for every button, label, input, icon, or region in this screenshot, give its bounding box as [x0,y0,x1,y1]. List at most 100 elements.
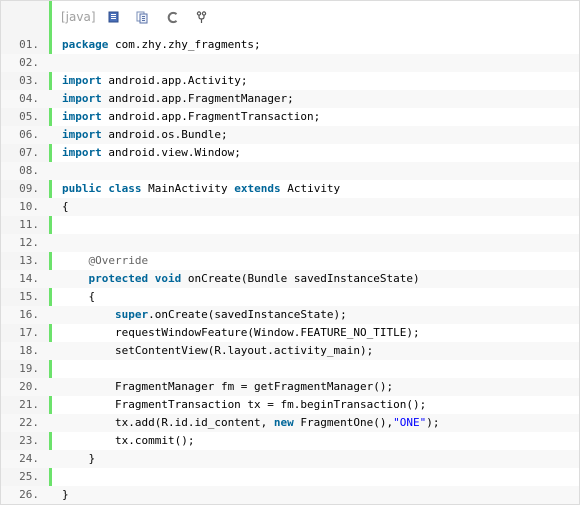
code-line: 01. package com.zhy.zhy_fragments; [1,36,579,54]
code-line: 10. { [1,198,579,216]
code-text: tx.commit(); [62,432,579,450]
fork-icon[interactable] [196,10,207,24]
code-text: requestWindowFeature(Window.FEATURE_NO_T… [62,324,579,342]
code-text: } [62,450,579,468]
code-token: tx.commit(); [62,434,195,447]
line-number: 18. [19,344,39,357]
keyword-token: class [108,182,142,195]
refresh-icon[interactable] [166,11,179,24]
keyword-token: super [114,308,149,321]
keyword-token: import [62,128,102,141]
keyword-token: package [62,38,109,51]
line-number: 19. [19,362,39,375]
line-number: 11. [19,218,39,231]
code-token: FragmentTransaction tx = fm.beginTransac… [62,398,427,411]
code-text: { [62,198,579,216]
keyword-token: import [62,110,102,123]
code-line: 21. FragmentTransaction tx = fm.beginTra… [1,396,579,414]
language-label: [java] [61,10,96,24]
keyword-token: void [154,272,182,285]
code-line: 20. FragmentManager fm = getFragmentMana… [1,378,579,396]
line-number: 24. [19,452,39,465]
copy-icon[interactable] [136,11,149,24]
code-token: FragmentManager fm = getFragmentManager(… [62,380,394,393]
code-line: 08. [1,162,579,180]
code-line: 25. [1,468,579,486]
code-token: onCreate(Bundle savedInstanceState) [181,272,420,285]
code-line: 17. requestWindowFeature(Window.FEATURE_… [1,324,579,342]
line-number: 03. [19,74,39,87]
keyword-token: public [62,182,102,195]
code-line: 19. [1,360,579,378]
code-token: { [62,200,69,213]
code-token: android.view.Window; [101,146,241,159]
code-token: android.app.FragmentManager; [101,92,294,105]
line-number: 21. [19,398,39,411]
code-token: com.zhy.zhy_fragments; [108,38,261,51]
code-token: android.app.FragmentTransaction; [101,110,321,123]
code-line: 16. super.onCreate(savedInstanceState); [1,306,579,324]
code-token: { [62,290,96,303]
line-number: 09. [19,182,39,195]
code-line: 18. setContentView(R.layout.activity_mai… [1,342,579,360]
code-token: ); [426,416,440,429]
code-text: } [62,486,579,504]
code-line: 07. import android.view.Window; [1,144,579,162]
code-text: public class MainActivity extends Activi… [62,180,579,198]
code-line: 09. public class MainActivity extends Act… [1,180,579,198]
line-number: 12. [19,236,39,249]
code-block: [java] 01. package com.zhy.zhy_fragments… [0,0,580,505]
code-text: import android.app.Activity; [62,72,579,90]
code-text: tx.add(R.id.id_content, new FragmentOne(… [62,414,579,432]
code-token: } [62,488,69,501]
code-line: 14. protected void onCreate(Bundle saved… [1,270,579,288]
code-token: FragmentOne(), [293,416,394,429]
code-text: FragmentTransaction tx = fm.beginTransac… [62,396,579,414]
annotation-token: @Override [88,254,149,267]
line-number: 15. [19,290,39,303]
line-number: 20. [19,380,39,393]
code-text: protected void onCreate(Bundle savedInst… [62,270,579,288]
line-number: 13. [19,254,39,267]
code-line: 23. tx.commit(); [1,432,579,450]
line-number: 05. [19,110,39,123]
code-text: import android.os.Bundle; [62,126,579,144]
code-token: } [62,452,96,465]
code-line: 22. tx.add(R.id.id_content, new Fragment… [1,414,579,432]
code-toolbar: [java] [52,1,579,33]
code-line: 05. import android.app.FragmentTransactio… [1,108,579,126]
keyword-token: import [62,92,102,105]
code-line: 13. @Override [1,252,579,270]
view-source-icon[interactable] [108,11,119,23]
code-text: import android.app.FragmentManager; [62,90,579,108]
code-token: android.app.Activity; [101,74,248,87]
line-number: 23. [19,434,39,447]
line-number: 07. [19,146,39,159]
line-number: 14. [19,272,39,285]
code-line: 02. [1,54,579,72]
keyword-token: protected [88,272,149,285]
line-number: 10. [19,200,39,213]
code-text: import android.app.FragmentTransaction; [62,108,579,126]
line-number: 04. [19,92,39,105]
code-text: import android.view.Window; [62,144,579,162]
code-line: 15. { [1,288,579,306]
code-token: tx.add(R.id.id_content, [62,416,274,429]
keyword-token: extends [234,182,281,195]
line-number: 08. [19,164,39,177]
line-number: 16. [19,308,39,321]
code-token: .onCreate(savedInstanceState); [148,308,347,321]
code-text: @Override [62,252,579,270]
keyword-token: new [273,416,294,429]
code-line: 06. import android.os.Bundle; [1,126,579,144]
line-number: 26. [19,488,39,501]
line-number: 02. [19,56,39,69]
code-token: setContentView(R.layout.activity_main); [62,344,374,357]
line-number: 06. [19,128,39,141]
code-lines: 01. package com.zhy.zhy_fragments; 02. 03. i… [1,36,579,504]
code-text: setContentView(R.layout.activity_main); [62,342,579,360]
code-text: { [62,288,579,306]
string-token: "ONE" [393,416,427,429]
code-line: 12. [1,234,579,252]
